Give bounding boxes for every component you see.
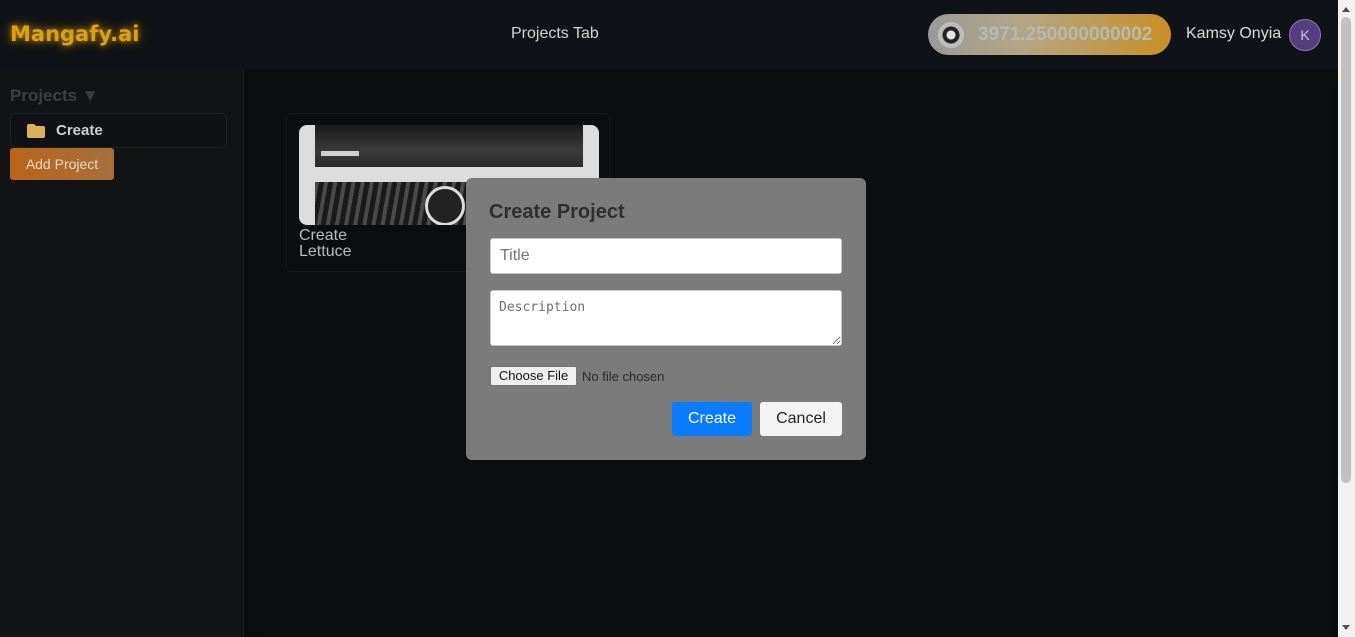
sidebar-item-create[interactable]: Create xyxy=(10,113,227,148)
scroll-up-arrow-icon[interactable] xyxy=(1342,7,1350,12)
add-project-button[interactable]: Add Project xyxy=(10,148,114,180)
page-title: Projects Tab xyxy=(511,25,599,42)
credits-value: 3971.250000000002 xyxy=(978,23,1153,45)
modal-title: Create Project xyxy=(489,201,625,223)
create-project-modal: Create Project Choose File No file chose… xyxy=(466,178,866,460)
scrollbar-thumb[interactable] xyxy=(1341,17,1351,483)
description-input[interactable] xyxy=(490,290,842,346)
choose-file-button[interactable]: Choose File xyxy=(490,366,577,386)
cancel-button[interactable]: Cancel xyxy=(760,402,842,436)
folder-icon xyxy=(27,124,45,138)
create-button[interactable]: Create xyxy=(672,402,752,436)
credits-badge[interactable]: 3971.250000000002 xyxy=(928,14,1171,55)
avatar[interactable]: K xyxy=(1289,19,1321,51)
project-card-title: Create Lettuce xyxy=(299,227,352,260)
sidebar: Projects ▼ Create Add Project xyxy=(0,70,244,637)
coin-icon xyxy=(938,21,964,48)
vertical-scrollbar[interactable] xyxy=(1338,0,1355,637)
title-input[interactable] xyxy=(490,238,842,274)
file-input: Choose File No file chosen xyxy=(490,366,664,386)
manga-panel xyxy=(315,125,583,167)
sidebar-item-label: Create xyxy=(56,122,103,139)
app-logo[interactable]: Mangafy.ai xyxy=(10,22,139,46)
top-header: Mangafy.ai Projects Tab 3971.25000000000… xyxy=(0,0,1338,70)
file-status: No file chosen xyxy=(582,368,665,384)
scroll-down-arrow-icon[interactable] xyxy=(1342,625,1350,630)
user-name[interactable]: Kamsy Onyia xyxy=(1186,25,1281,43)
projects-dropdown-toggle[interactable]: Projects ▼ xyxy=(10,86,99,106)
